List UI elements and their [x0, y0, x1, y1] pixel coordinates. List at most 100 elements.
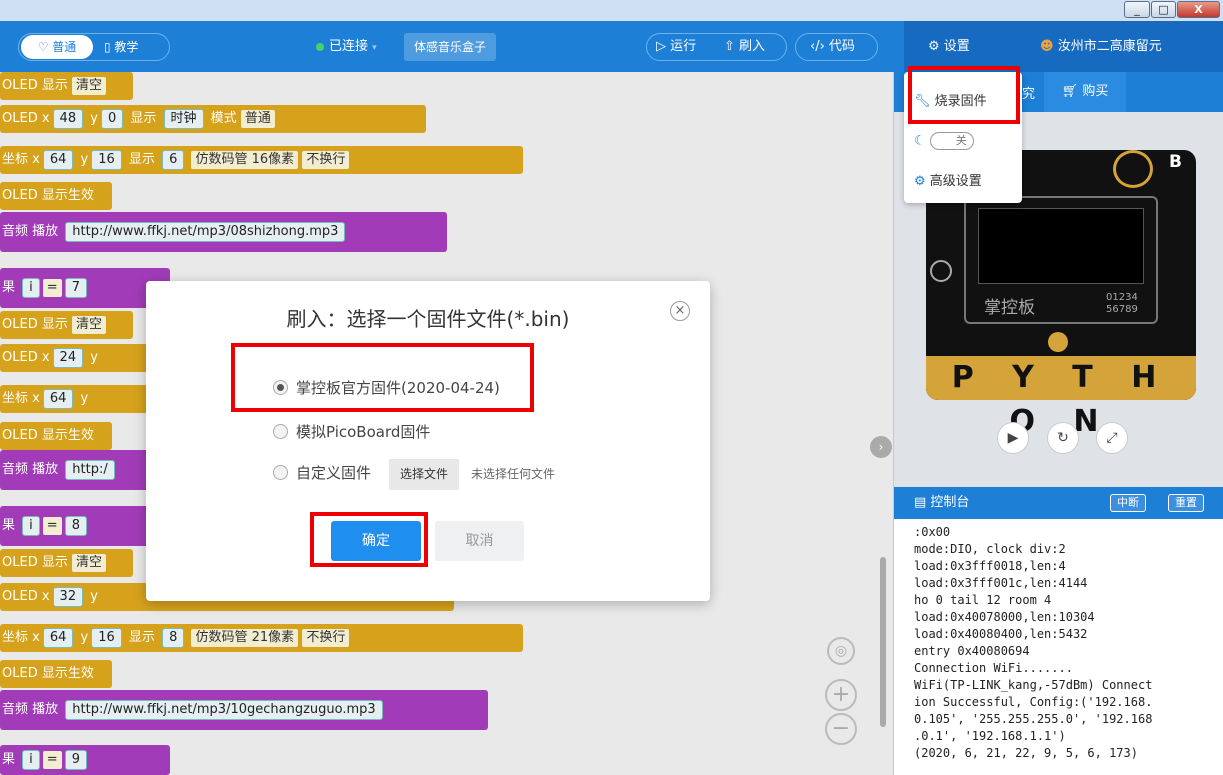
dropdown-font[interactable]: 仿数码管 21像素	[191, 628, 299, 647]
button-b-label[interactable]: B	[1169, 152, 1182, 172]
block-text: OLED	[2, 589, 38, 604]
number-slot[interactable]: 32	[52, 586, 84, 607]
tab-partial[interactable]: 究	[1022, 83, 1035, 102]
connection-status[interactable]: 已连接 ▾	[316, 34, 377, 61]
mode-normal-button[interactable]: ♡ 普通	[21, 35, 93, 59]
choose-file-button[interactable]: 选择文件	[389, 459, 460, 490]
url-slot[interactable]: http://www.ffkj.net/mp3/10gechangzuguo.m…	[65, 699, 383, 720]
sim-play-icon[interactable]: ▶	[997, 422, 1029, 454]
var-slot[interactable]: i	[22, 515, 40, 536]
minimize-button[interactable]: _	[1124, 1, 1150, 18]
advanced-settings-item[interactable]: ⚙ 高级设置	[914, 170, 982, 189]
block-text: OLED	[2, 350, 38, 365]
radio-unchecked-icon[interactable]	[273, 424, 288, 439]
block-oled-xy-24[interactable]: OLED x 24 y	[0, 344, 160, 372]
number-slot[interactable]: 64	[42, 388, 74, 409]
settings-button[interactable]: ⚙ 设置	[928, 34, 970, 60]
number-slot[interactable]: 16	[91, 149, 122, 170]
recenter-icon[interactable]: ◎	[827, 637, 855, 665]
dropdown-font[interactable]: 仿数码管 16像素	[191, 150, 299, 169]
block-if-i-eq-9[interactable]: 果 i = 9	[0, 745, 170, 775]
highlight-official-firmware	[231, 343, 534, 412]
dropdown-wrap[interactable]: 不换行	[302, 150, 350, 169]
block-oled-show-text[interactable]: OLED x 48 y0 显示 时钟 模式 普通	[0, 105, 426, 133]
number-slot[interactable]: 16	[91, 627, 122, 648]
number-slot[interactable]: 7	[64, 277, 87, 298]
url-slot[interactable]: http:/	[65, 459, 115, 480]
collapse-panel-icon[interactable]: ›	[870, 436, 892, 458]
block-if-i-eq-8[interactable]: 果 i = 8	[0, 506, 170, 546]
radio-unchecked-icon[interactable]	[273, 465, 288, 480]
var-slot[interactable]: i	[22, 277, 40, 298]
option-picoboard-firmware[interactable]: 模拟PicoBoard固件	[273, 421, 430, 442]
block-coord-seg-8[interactable]: 坐标 x 64 y 16 显示 8 仿数码管 21像素 不换行	[0, 624, 523, 652]
dialog-title: 刷入：选择一个固件文件(*.bin)	[286, 307, 570, 331]
number-slot[interactable]: 9	[64, 749, 87, 770]
dropdown-mode[interactable]: 普通	[240, 109, 275, 128]
block-text: 果	[2, 752, 16, 767]
sim-restart-icon[interactable]: ↻	[1047, 422, 1079, 454]
block-audio-play-2[interactable]: 音频 播放 http:/	[0, 450, 160, 490]
button-a-icon[interactable]	[930, 260, 952, 282]
console-line: :0x00	[914, 525, 951, 539]
reset-button[interactable]: 重置	[1168, 494, 1204, 512]
dropdown-clear[interactable]: 清空	[72, 553, 107, 572]
zoom-in-icon[interactable]: +	[825, 679, 857, 711]
maximize-button[interactable]: □	[1151, 1, 1176, 18]
number-slot[interactable]: 0	[100, 108, 124, 129]
interrupt-button[interactable]: 中断	[1110, 494, 1146, 512]
block-oled-clear[interactable]: OLED 显示 清空	[0, 72, 133, 100]
block-coord-64[interactable]: 坐标 x 64 y	[0, 385, 160, 413]
option-custom-firmware[interactable]: 自定义固件 选择文件 未选择任何文件	[273, 459, 555, 490]
run-button[interactable]: ▷ 运行	[656, 34, 696, 60]
block-text: 音频 播放	[2, 462, 59, 477]
url-slot[interactable]: http://www.ffkj.net/mp3/08shizhong.mp3	[65, 221, 346, 242]
mode-teach-button[interactable]: ▯ 教学	[104, 34, 138, 60]
number-slot[interactable]: 64	[42, 149, 74, 170]
var-slot[interactable]: i	[22, 749, 40, 770]
dialog-close-button[interactable]: ×	[670, 301, 690, 321]
block-if-i-eq-7[interactable]: 果 i = 7	[0, 268, 170, 308]
block-oled-show-effect-2[interactable]: OLED 显示生效	[0, 422, 112, 450]
flash-label: 刷入	[739, 39, 766, 54]
dropdown-op[interactable]: =	[42, 516, 62, 535]
block-text: OLED	[2, 78, 38, 93]
sim-fullscreen-icon[interactable]: ⤢	[1096, 422, 1128, 454]
block-oled-clear-3[interactable]: OLED 显示 清空	[0, 549, 133, 577]
device-name-button[interactable]: 体感音乐盒子	[404, 33, 496, 61]
user-menu[interactable]: ☻ 汝州市二高康留元	[1040, 34, 1162, 60]
zoom-out-icon[interactable]: −	[825, 713, 857, 745]
number-slot[interactable]: 48	[52, 108, 84, 129]
block-audio-play-3[interactable]: 音频 播放 http://www.ffkj.net/mp3/10gechangz…	[0, 690, 488, 730]
dropdown-wrap[interactable]: 不换行	[302, 628, 350, 647]
cancel-button[interactable]: 取消	[435, 521, 524, 561]
workspace-scrollbar[interactable]	[880, 557, 886, 727]
block-text: 坐标 x	[2, 152, 40, 167]
dropdown-clear[interactable]: 清空	[72, 76, 107, 95]
flash-button[interactable]: ⇧ 刷入	[724, 34, 765, 60]
block-text: OLED	[2, 555, 38, 570]
string-slot[interactable]: 6	[162, 149, 185, 170]
block-audio-play[interactable]: 音频 播放 http://www.ffkj.net/mp3/08shizhong…	[0, 212, 447, 252]
string-slot[interactable]: 时钟	[163, 108, 204, 129]
console-line: load:0x40080400,len:5432	[914, 627, 1088, 641]
console-output[interactable]: :0x00 mode:DIO, clock div:2 load:0x3fff0…	[894, 519, 1223, 775]
number-slot[interactable]: 24	[52, 347, 84, 368]
block-oled-show-effect[interactable]: OLED 显示生效	[0, 182, 112, 210]
block-coord-seg-6[interactable]: 坐标 x 64 y 16 显示 6 仿数码管 16像素 不换行	[0, 146, 523, 174]
dark-mode-toggle[interactable]: 关	[929, 132, 974, 150]
moon-icon: ☾	[914, 133, 930, 149]
block-oled-clear-2[interactable]: OLED 显示 清空	[0, 311, 133, 339]
highlight-burn-firmware	[908, 66, 1020, 124]
block-text: 果	[2, 280, 16, 295]
tab-buy[interactable]: 🛒︎ 购买	[1044, 72, 1126, 112]
dropdown-op[interactable]: =	[42, 750, 62, 769]
number-slot[interactable]: 64	[42, 627, 74, 648]
dropdown-op[interactable]: =	[42, 278, 62, 297]
string-slot[interactable]: 8	[162, 627, 185, 648]
close-window-button[interactable]: X	[1177, 1, 1220, 18]
block-oled-show-effect-3[interactable]: OLED 显示生效	[0, 660, 112, 688]
console-header: ▤ 控制台 中断 重置	[894, 487, 1223, 519]
number-slot[interactable]: 8	[64, 515, 87, 536]
dropdown-clear[interactable]: 清空	[72, 315, 107, 334]
